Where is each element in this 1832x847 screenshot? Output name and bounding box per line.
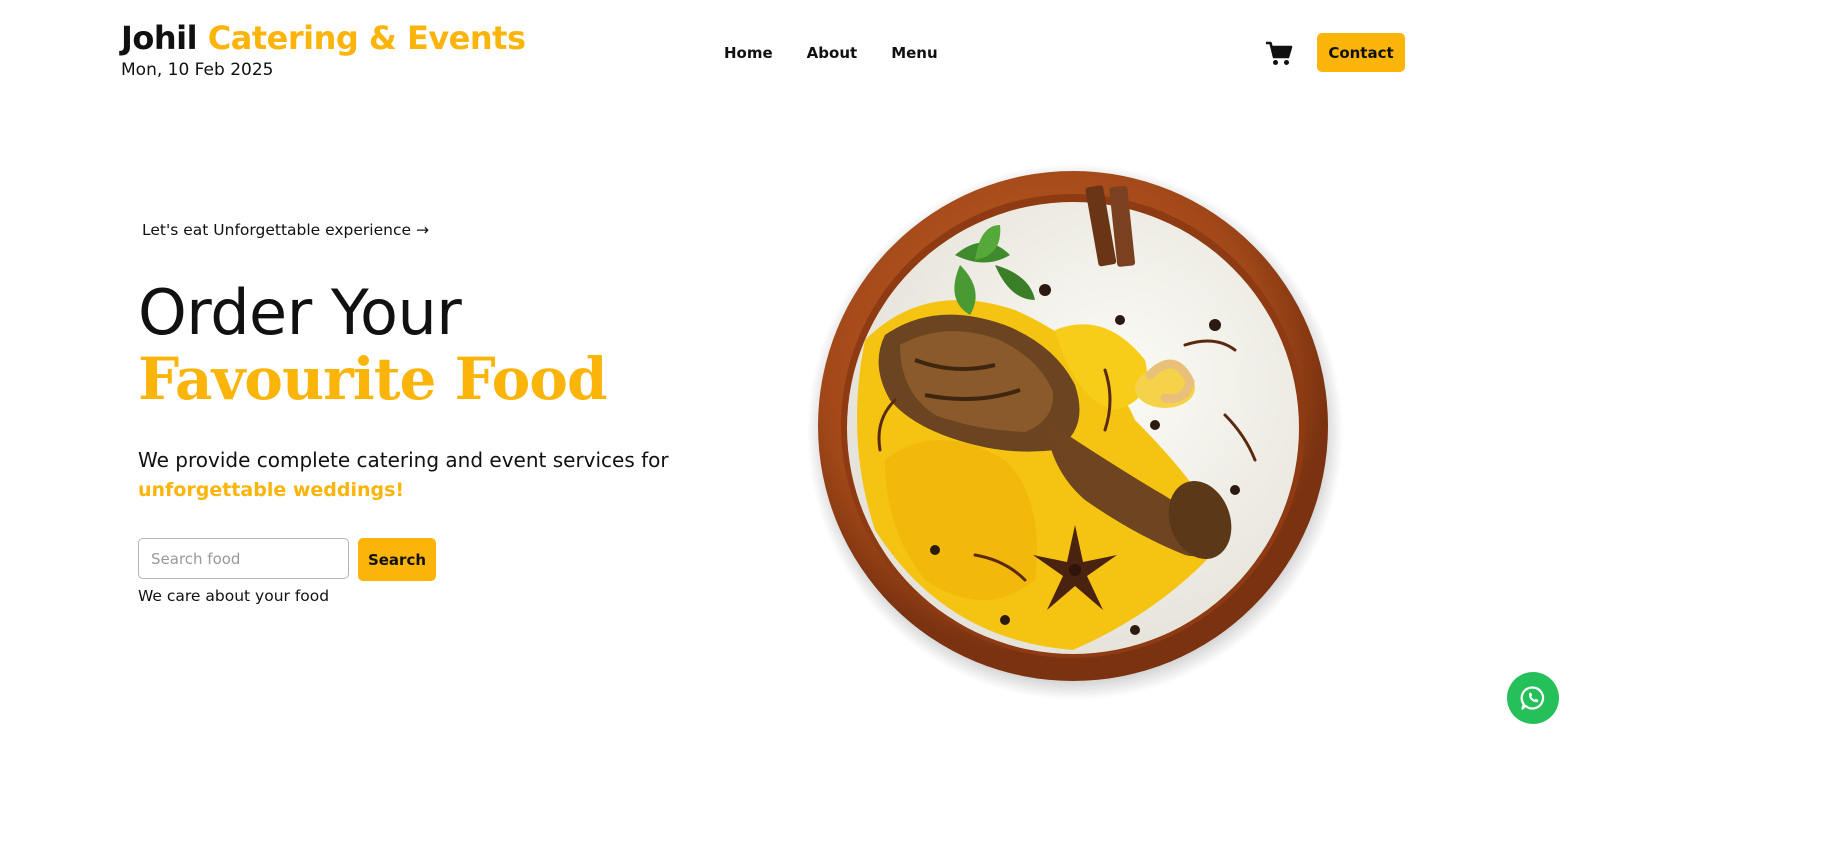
site-header: Johil Catering & Events Mon, 10 Feb 2025… <box>0 0 1568 100</box>
search-input[interactable] <box>138 538 349 579</box>
hero-heading-line1: Order Your <box>138 276 462 349</box>
hero-heading-line2: Favourite Food <box>138 345 608 413</box>
shopping-cart-icon[interactable] <box>1264 38 1294 68</box>
contact-button[interactable]: Contact <box>1317 33 1405 72</box>
hero-tagline[interactable]: Let's eat Unforgettable experience → <box>142 221 429 239</box>
biryani-bowl-image <box>805 160 1345 700</box>
nav-about[interactable]: About <box>807 44 858 62</box>
hero-footnote: We care about your food <box>138 587 330 605</box>
hero-description: We provide complete catering and event s… <box>138 448 669 472</box>
current-date: Mon, 10 Feb 2025 <box>121 60 274 80</box>
nav-home[interactable]: Home <box>724 44 773 62</box>
nav-menu[interactable]: Menu <box>891 44 937 62</box>
hero-description-highlight: unforgettable weddings! <box>138 479 405 501</box>
brand-subtitle: Catering & Events <box>207 19 526 57</box>
brand[interactable]: Johil Catering & Events Mon, 10 Feb 2025 <box>121 18 526 80</box>
brand-title: Johil Catering & Events <box>121 18 526 58</box>
search-button[interactable]: Search <box>358 538 436 581</box>
main-nav: Home About Menu <box>724 44 938 62</box>
brand-name: Johil <box>121 19 198 57</box>
whatsapp-icon[interactable] <box>1507 672 1559 724</box>
